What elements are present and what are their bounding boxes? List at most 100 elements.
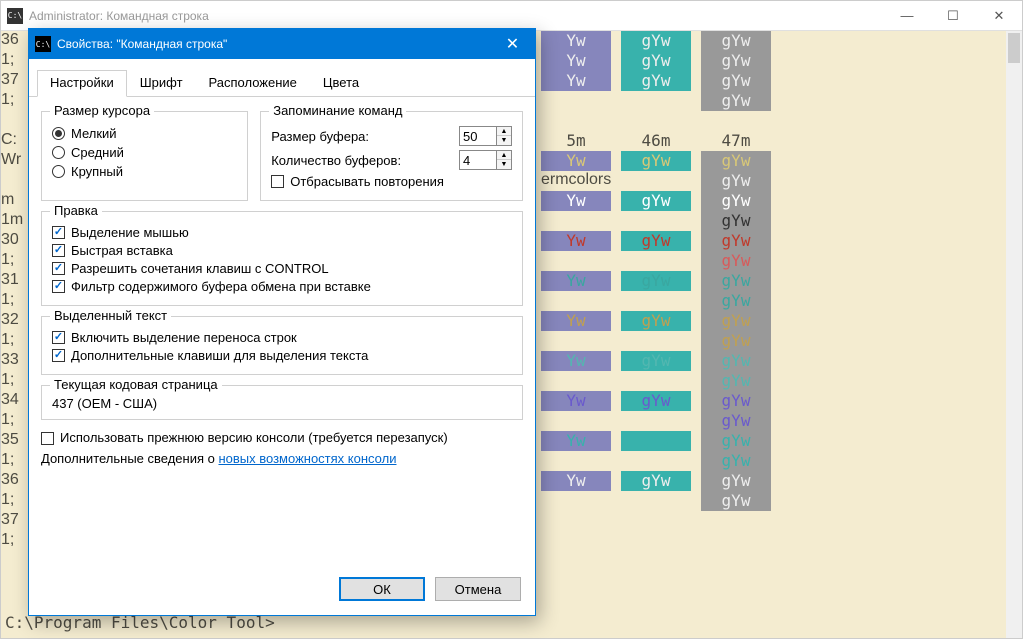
color-cell: gYw [701,451,771,471]
color-cell: Yw [541,71,611,91]
color-cell: gYw [701,191,771,211]
window-controls: — ☐ ✕ [884,1,1022,31]
color-cell [541,331,611,351]
cursor-large-radio[interactable]: Крупный [52,164,237,179]
color-cell: gYw [701,331,771,351]
checkbox-icon [41,432,54,445]
color-cell: gYw [621,151,691,171]
spin-down-icon[interactable]: ▼ [497,136,511,145]
color-cell: gYw [701,71,771,91]
legacy-more-info: Дополнительные сведения о новых возможно… [41,451,523,466]
spin-up-icon[interactable]: ▲ [497,127,511,136]
gutter-line: 33 [1,351,25,371]
discard-duplicates-checkbox[interactable]: Отбрасывать повторения [271,174,512,189]
color-cell: gYw [621,191,691,211]
vertical-scrollbar[interactable] [1006,31,1022,638]
edit-option-checkbox[interactable]: Быстрая вставка [52,243,512,258]
gutter-line [1,171,25,191]
maximize-button[interactable]: ☐ [930,1,976,31]
color-cell: gYw [701,411,771,431]
properties-dialog: C:\ Свойства: "Командная строка" ✕ Настр… [28,28,536,616]
color-cell: gYw [621,231,691,251]
tab-colors[interactable]: Цвета [310,70,372,96]
console-gutter: 361;371;C:Wrm1m301;311;321;331;341;351;3… [1,31,25,571]
checkbox-icon [271,175,284,188]
color-cell: Yw [541,271,611,291]
minimize-button[interactable]: — [884,1,930,31]
selection-option-checkbox[interactable]: Дополнительные клавиши для выделения тек… [52,348,512,363]
checkbox-icon [52,226,65,239]
ok-button[interactable]: ОК [339,577,425,601]
tab-body: Размер курсора Мелкий Средний Крупный За… [29,97,535,567]
edit-option-checkbox[interactable]: Фильтр содержимого буфера обмена при вст… [52,279,512,294]
gutter-line: 32 [1,311,25,331]
color-cell [621,91,691,111]
dialog-close-button[interactable]: ✕ [490,29,535,59]
gutter-line: 35 [1,431,25,451]
history-group: Запоминание команд Размер буфера: ▲▼ Кол… [260,111,523,201]
color-cell: 47m [701,131,771,151]
num-buffers-input[interactable] [460,151,496,169]
color-cell: Yw [541,151,611,171]
edit-legend: Правка [50,203,102,218]
cursor-medium-radio[interactable]: Средний [52,145,237,160]
num-buffers-spinner[interactable]: ▲▼ [459,150,512,170]
color-cell: gYw [701,31,771,51]
checkbox-icon [52,244,65,257]
color-cell: gYw [621,271,691,291]
color-cell [541,411,611,431]
new-features-link[interactable]: новых возможностях консоли [218,451,396,466]
color-cell: gYw [701,151,771,171]
color-cell: gYw [701,431,771,451]
color-cell: Yw [541,31,611,51]
gutter-line: 34 [1,391,25,411]
color-cell: gYw [701,251,771,271]
codepage-group: Текущая кодовая страница 437 (OEM - США) [41,385,523,420]
color-cell: Yw [541,231,611,251]
dialog-titlebar: C:\ Свойства: "Командная строка" ✕ [29,29,535,59]
checkbox-icon [52,280,65,293]
color-cell: gYw [701,471,771,491]
main-titlebar: C:\ Administrator: Командная строка — ☐ … [1,1,1022,31]
legacy-console-checkbox[interactable]: Использовать прежнюю версию консоли (тре… [41,430,523,445]
gutter-line: 37 [1,511,25,531]
color-cell [541,451,611,471]
text-selection-group: Выделенный текст Включить выделение пере… [41,316,523,375]
color-cell: gYw [701,311,771,331]
scrollbar-thumb[interactable] [1008,33,1020,63]
color-cell [541,91,611,111]
color-columns: YwYwYw5mYwYwYwYwYwYwYwYwYwgYwgYwgYw46mgY… [541,31,771,511]
cursor-small-radio[interactable]: Мелкий [52,126,237,141]
color-cell: gYw [621,51,691,71]
buffer-size-spinner[interactable]: ▲▼ [459,126,512,146]
buffer-size-input[interactable] [460,127,496,145]
edit-option-checkbox[interactable]: Выделение мышью [52,225,512,240]
tab-settings[interactable]: Настройки [37,70,127,97]
num-buffers-label: Количество буферов: [271,153,459,168]
color-cell [621,111,691,131]
color-cell: gYw [701,211,771,231]
color-cell: gYw [701,351,771,371]
cmd-icon: C:\ [35,36,51,52]
color-cell [541,211,611,231]
gutter-line: 1m [1,211,25,231]
color-cell: gYw [621,471,691,491]
cancel-button[interactable]: Отмена [435,577,521,601]
color-cell [621,291,691,311]
color-cell: gYw [701,491,771,511]
tab-font[interactable]: Шрифт [127,70,196,96]
edit-option-checkbox[interactable]: Разрешить сочетания клавиш с CONTROL [52,261,512,276]
close-button[interactable]: ✕ [976,1,1022,31]
checkbox-icon [52,349,65,362]
color-cell: gYw [621,311,691,331]
color-cell [621,451,691,471]
selection-option-checkbox[interactable]: Включить выделение переноса строк [52,330,512,345]
color-cell [621,251,691,271]
cmd-icon: C:\ [7,8,23,24]
spin-up-icon[interactable]: ▲ [497,151,511,160]
gutter-line [1,551,25,571]
color-cell: gYw [701,371,771,391]
spin-down-icon[interactable]: ▼ [497,160,511,169]
color-cell: gYw [621,71,691,91]
tab-layout[interactable]: Расположение [196,70,310,96]
